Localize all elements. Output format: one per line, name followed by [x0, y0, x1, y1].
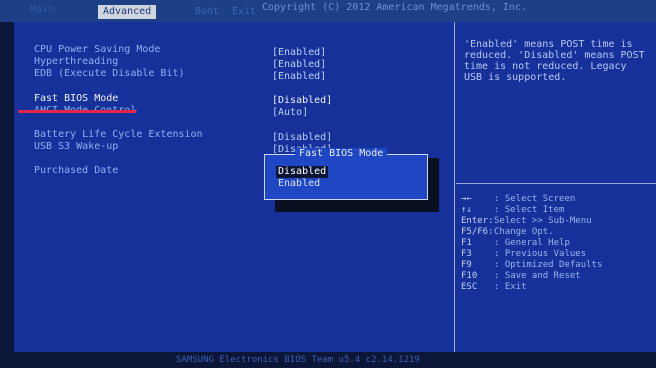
- header-bar: Main Advanced Boot Exit Copyright (C) 20…: [0, 0, 656, 22]
- footer-bar: SAMSUNG Electronics BIOS Team u5.4 c2.14…: [0, 352, 656, 368]
- key-f10: F10: [461, 271, 478, 281]
- popup-option-disabled[interactable]: Disabled: [276, 166, 329, 178]
- tab-main[interactable]: Main: [30, 4, 90, 16]
- setting-cpu-power-saving-value[interactable]: [Enabled]: [272, 47, 326, 59]
- key-f9: F9: [461, 260, 472, 270]
- setting-cpu-power-saving-label[interactable]: CPU Power Saving Mode: [34, 44, 160, 56]
- key-f10-desc: : Save and Reset: [494, 271, 581, 281]
- key-select-item: ↑↓: [461, 205, 472, 215]
- bios-frame: Main Advanced Boot Exit Copyright (C) 20…: [0, 0, 656, 368]
- setting-fast-bios-value[interactable]: [Disabled]: [272, 95, 332, 107]
- tab-advanced[interactable]: Advanced: [98, 5, 157, 19]
- setting-purchased-date-label[interactable]: Purchased Date: [34, 165, 118, 177]
- key-f5f6: F5/F6:: [461, 227, 494, 237]
- help-line-1: 'Enabled' means POST time is: [464, 39, 633, 50]
- key-enter: Enter:: [461, 216, 494, 226]
- footer-text: SAMSUNG Electronics BIOS Team u5.4 c2.14…: [176, 355, 420, 365]
- key-enter-desc: Select >> Sub-Menu: [494, 216, 592, 226]
- panel-divider: [454, 22, 455, 352]
- setting-fast-bios-label[interactable]: Fast BIOS Mode: [34, 93, 118, 105]
- setting-battery-life-value[interactable]: [Disabled]: [272, 132, 332, 144]
- help-separator: [456, 183, 656, 184]
- setting-battery-life-label[interactable]: Battery Life Cycle Extension: [34, 129, 203, 141]
- key-select-screen: →←: [461, 194, 472, 204]
- key-select-item-desc: : Select Item: [494, 205, 565, 215]
- setting-usb-s3-label[interactable]: USB S3 Wake-up: [34, 141, 118, 153]
- setting-ahci-value[interactable]: [Auto]: [272, 107, 308, 119]
- popup-option-enabled[interactable]: Enabled: [276, 178, 322, 190]
- setting-edb-label[interactable]: EDB (Execute Disable Bit): [34, 68, 185, 80]
- key-select-screen-desc: : Select Screen: [494, 194, 576, 204]
- key-f3-desc: : Previous Values: [494, 249, 587, 259]
- key-f3: F3: [461, 249, 472, 259]
- key-esc: ESC: [461, 282, 478, 292]
- key-f1-desc: : General Help: [494, 238, 570, 248]
- copyright-text: Copyright (C) 2012 American Megatrends, …: [262, 2, 527, 13]
- key-f1: F1: [461, 238, 472, 248]
- setting-hyperthreading-label[interactable]: Hyperthreading: [34, 56, 118, 68]
- tab-boot[interactable]: Boot: [195, 5, 219, 19]
- help-line-3: time is not reduced. Legacy: [464, 61, 627, 72]
- tab-exit[interactable]: Exit: [232, 5, 256, 19]
- key-f5f6-desc: Change Opt.: [494, 227, 554, 237]
- popup-title: Fast BIOS Mode: [295, 148, 388, 160]
- setting-hyperthreading-value[interactable]: [Enabled]: [272, 59, 326, 71]
- highlight-underline: [18, 110, 136, 113]
- fast-bios-mode-popup: Fast BIOS Mode Disabled Enabled: [264, 148, 428, 200]
- help-line-2: reduced. 'Disabled' means POST: [464, 50, 645, 61]
- help-line-4: USB is supported.: [464, 72, 567, 83]
- setting-edb-value[interactable]: [Enabled]: [272, 71, 326, 83]
- key-f9-desc: : Optimized Defaults: [494, 260, 603, 270]
- key-esc-desc: : Exit: [494, 282, 527, 292]
